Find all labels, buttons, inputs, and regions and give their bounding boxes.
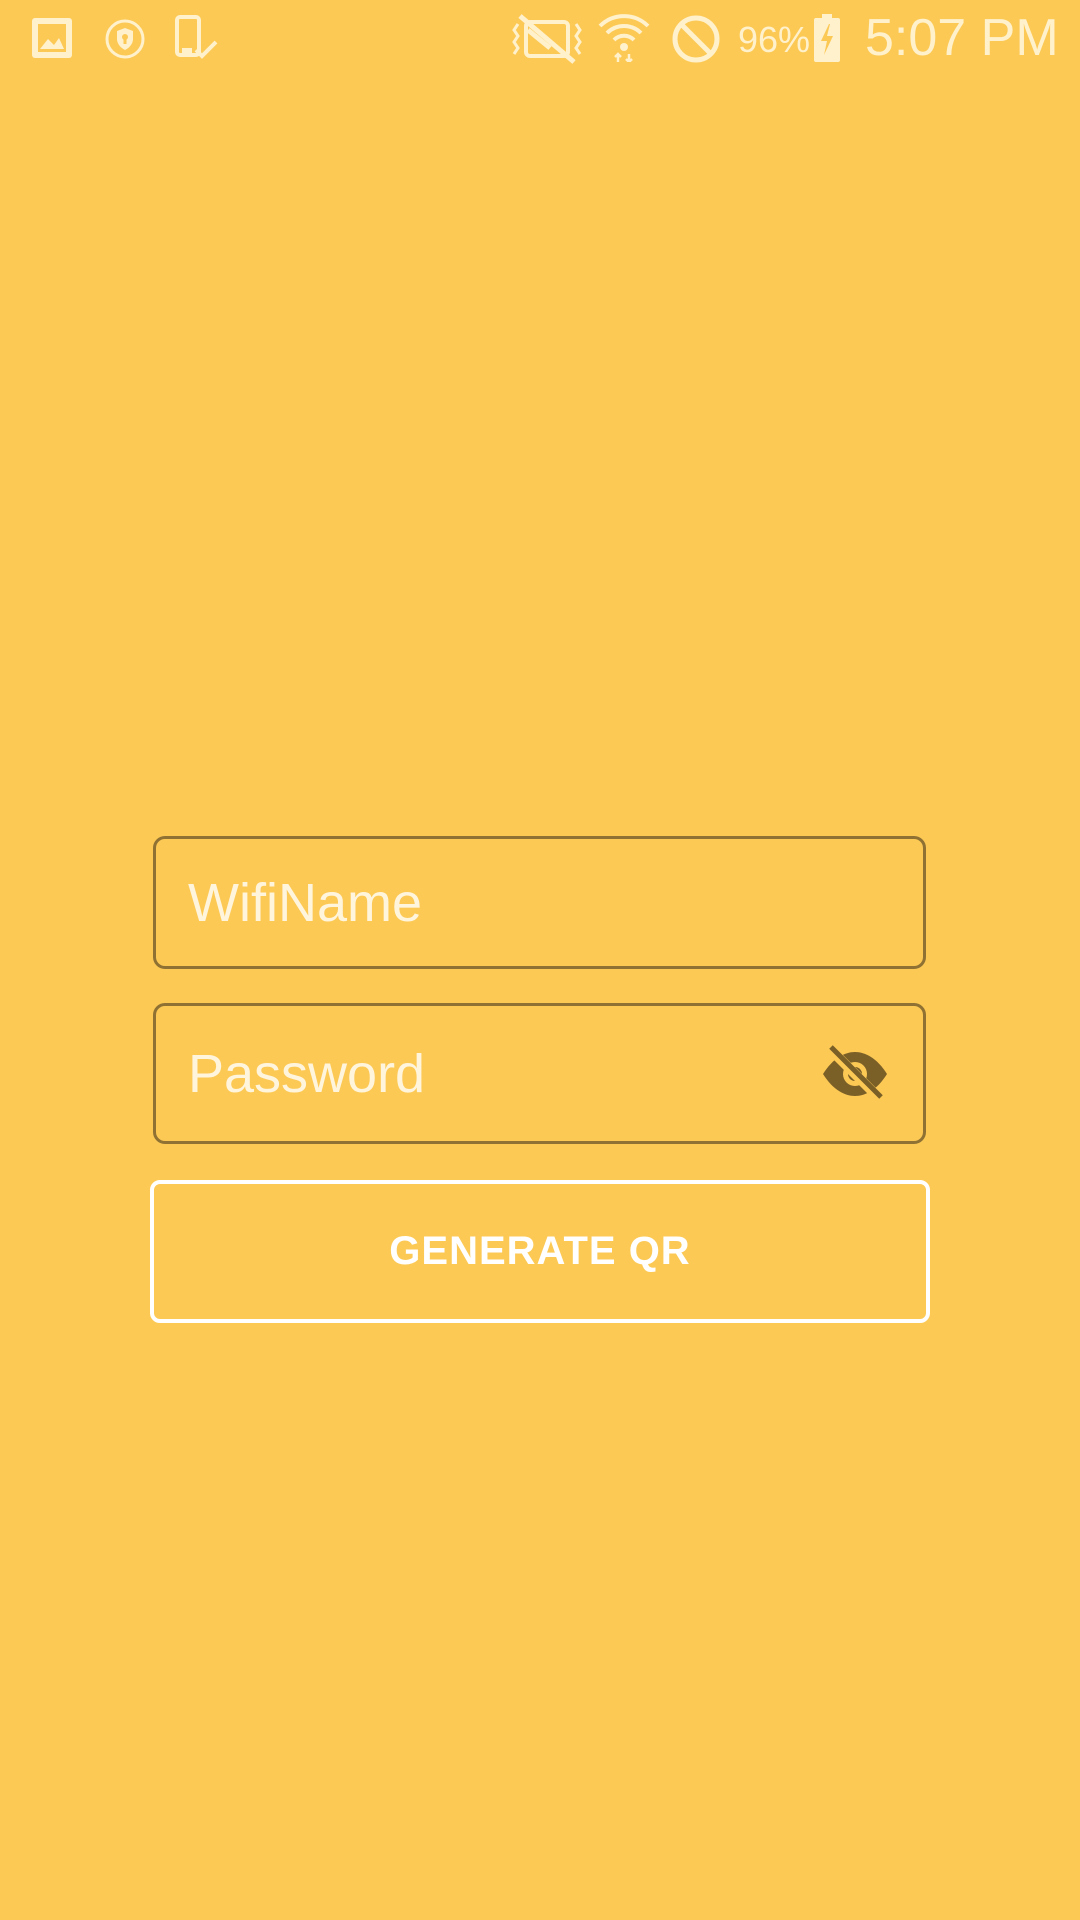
generate-qr-label: GENERATE QR: [389, 1229, 691, 1273]
password-field[interactable]: [153, 1003, 926, 1144]
status-bar: 96% 5:07 PM: [0, 0, 1080, 78]
password-visibility-toggle[interactable]: [817, 1042, 893, 1106]
wifi-icon: [596, 10, 652, 62]
wifi-name-field[interactable]: [153, 836, 926, 969]
gallery-icon: [30, 16, 74, 60]
vibrate-mute-icon: [512, 14, 582, 64]
eye-off-icon: [823, 1043, 887, 1104]
password-input[interactable]: [188, 1006, 788, 1141]
battery-percent: 96%: [738, 19, 811, 60]
status-time: 5:07 PM: [865, 9, 1059, 67]
do-not-disturb-icon: [670, 13, 722, 65]
generate-qr-button[interactable]: GENERATE QR: [150, 1180, 930, 1323]
vpn-shield-icon: [104, 18, 146, 60]
wifi-name-input[interactable]: [188, 839, 788, 966]
battery-charging-icon: [812, 12, 842, 64]
device-check-icon: [174, 14, 220, 62]
